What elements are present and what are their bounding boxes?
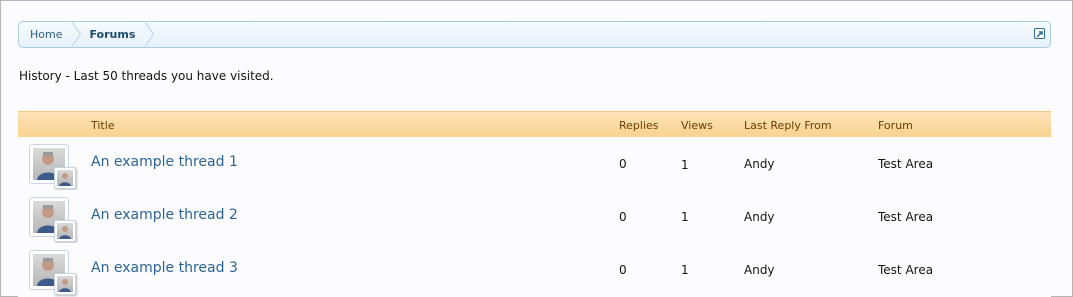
thread-title-link[interactable]: An example thread 1 xyxy=(91,154,238,170)
views-count: 1 xyxy=(681,158,689,172)
header-views[interactable]: Views xyxy=(681,119,713,132)
last-poster-avatar[interactable] xyxy=(54,220,76,242)
views-count: 1 xyxy=(681,263,689,277)
external-jump-icon[interactable] xyxy=(1034,28,1045,39)
user-avatar[interactable] xyxy=(29,197,76,242)
history-intro-text: History - Last 50 threads you have visit… xyxy=(19,69,274,83)
breadcrumb-forums-label[interactable]: Forums xyxy=(89,28,135,41)
last-poster-avatar[interactable] xyxy=(54,167,76,189)
last-reply-user[interactable]: Andy xyxy=(744,157,775,171)
forum-name[interactable]: Test Area xyxy=(878,210,933,224)
replies-count: 0 xyxy=(619,210,627,224)
replies-count: 0 xyxy=(619,263,627,277)
header-title[interactable]: Title xyxy=(91,119,115,132)
breadcrumb-forums[interactable]: Forums xyxy=(72,21,155,47)
last-poster-avatar[interactable] xyxy=(54,273,76,295)
user-avatar[interactable] xyxy=(29,250,76,295)
table-header: Title Replies Views Last Reply From Foru… xyxy=(18,111,1051,138)
header-forum[interactable]: Forum xyxy=(878,119,913,132)
header-replies[interactable]: Replies xyxy=(619,119,659,132)
breadcrumb-home[interactable]: Home xyxy=(19,21,83,47)
thread-title-link[interactable]: An example thread 3 xyxy=(91,260,238,276)
breadcrumb-home-label[interactable]: Home xyxy=(30,28,62,41)
table-row: An example thread 3 0 1 Andy Test Area xyxy=(18,243,1051,297)
table-row: An example thread 2 0 1 Andy Test Area xyxy=(18,190,1051,244)
forum-name[interactable]: Test Area xyxy=(878,263,933,277)
header-last-reply-from[interactable]: Last Reply From xyxy=(744,119,832,132)
last-reply-user[interactable]: Andy xyxy=(744,210,775,224)
breadcrumb: Home Forums xyxy=(18,21,1051,48)
replies-count: 0 xyxy=(619,157,627,171)
thread-title-link[interactable]: An example thread 2 xyxy=(91,207,238,223)
views-count: 1 xyxy=(681,210,689,224)
user-avatar[interactable] xyxy=(29,144,76,189)
table-row: An example thread 1 0 1 Andy Test Area xyxy=(18,137,1051,191)
forum-name[interactable]: Test Area xyxy=(878,157,933,171)
last-reply-user[interactable]: Andy xyxy=(744,263,775,277)
